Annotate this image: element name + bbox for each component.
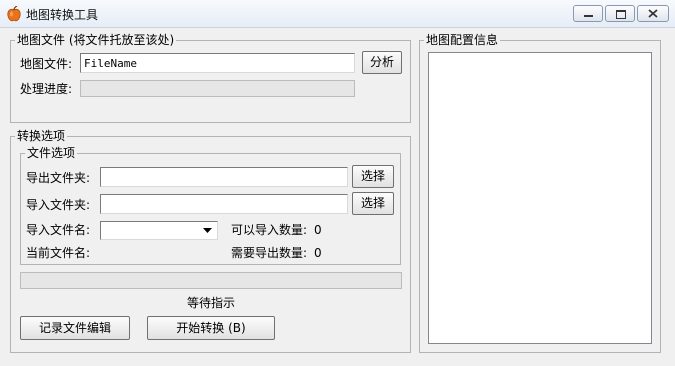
analysis-progress-bar <box>80 80 355 97</box>
current-file-label: 当前文件名: <box>26 246 91 260</box>
map-config-textarea[interactable] <box>428 52 652 344</box>
file-options-legend: 文件选项 <box>25 146 78 160</box>
export-folder-label: 导出文件夹: <box>26 171 91 185</box>
close-button[interactable] <box>637 5 669 22</box>
conversion-progress-bar <box>20 272 402 289</box>
minimize-icon <box>584 15 593 17</box>
import-folder-label: 导入文件夹: <box>26 198 91 212</box>
import-folder-field[interactable] <box>100 194 348 214</box>
map-file-input[interactable] <box>81 54 354 72</box>
importable-count-label: 可以导入数量: <box>231 223 308 237</box>
analyze-button[interactable]: 分析 <box>362 51 402 74</box>
apple-app-icon <box>7 6 21 22</box>
map-file-group-legend: 地图文件 (将文件托放至该处) <box>15 33 177 47</box>
close-icon <box>648 9 658 18</box>
export-folder-field[interactable] <box>100 167 348 187</box>
map-file-field[interactable] <box>80 53 355 73</box>
conversion-options-legend: 转换选项 <box>15 129 68 143</box>
status-text: 等待指示 <box>186 296 235 310</box>
record-file-edit-button[interactable]: 记录文件编辑 <box>20 316 130 340</box>
export-folder-select-button[interactable]: 选择 <box>352 165 394 188</box>
map-file-label: 地图文件: <box>20 57 73 71</box>
maximize-button[interactable] <box>605 5 635 22</box>
window-title: 地图转换工具 <box>26 8 99 22</box>
importable-count-value: 0 <box>314 223 322 237</box>
maximize-icon <box>616 10 626 19</box>
import-folder-input[interactable] <box>101 195 347 213</box>
import-folder-select-button[interactable]: 选择 <box>352 192 394 215</box>
map-config-legend: 地图配置信息 <box>424 33 501 47</box>
minimize-button[interactable] <box>573 5 603 22</box>
progress-label: 处理进度: <box>20 82 73 96</box>
start-convert-button[interactable]: 开始转换 (B) <box>147 316 275 340</box>
import-filename-label: 导入文件名: <box>26 223 91 237</box>
export-needed-label: 需要导出数量: <box>231 246 308 260</box>
export-folder-input[interactable] <box>101 168 347 186</box>
chevron-down-icon <box>203 228 212 233</box>
export-needed-value: 0 <box>314 246 322 260</box>
import-filename-select[interactable] <box>100 221 218 240</box>
